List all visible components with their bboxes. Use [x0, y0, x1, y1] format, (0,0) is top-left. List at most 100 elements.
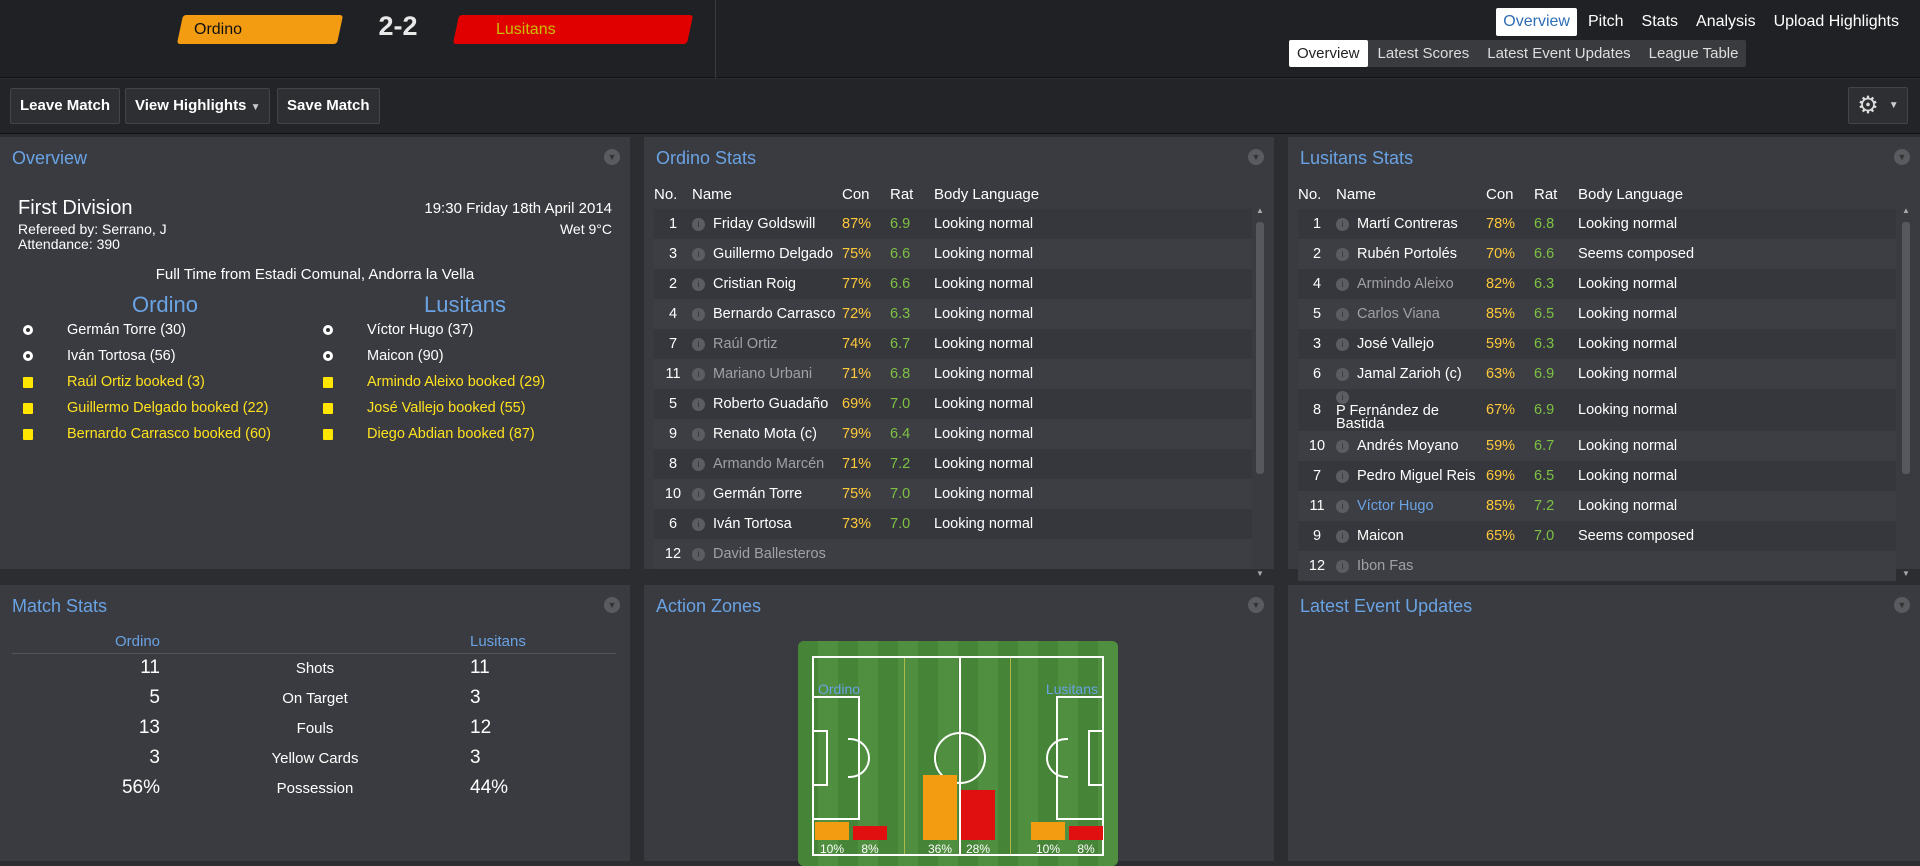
info-icon[interactable]: i — [692, 517, 705, 531]
player-name[interactable]: Maicon — [1357, 528, 1404, 544]
player-name[interactable]: Friday Goldswill — [713, 216, 815, 232]
subnav-latest-event-updates[interactable]: Latest Event Updates — [1479, 40, 1638, 67]
player-name[interactable]: Cristian Roig — [713, 276, 796, 292]
info-icon[interactable]: i — [1336, 307, 1349, 321]
player-name-cell[interactable]: i Iván Tortosa — [692, 509, 842, 539]
player-name[interactable]: Víctor Hugo — [1357, 498, 1434, 514]
info-icon[interactable]: i — [1336, 439, 1349, 453]
player-name[interactable]: P Fernández de Bastida — [1336, 404, 1466, 432]
col-con[interactable]: Con — [1486, 179, 1534, 209]
info-icon[interactable]: i — [1336, 529, 1349, 543]
col-name[interactable]: Name — [1336, 179, 1486, 209]
info-icon[interactable]: i — [692, 547, 705, 561]
info-icon[interactable]: i — [692, 427, 705, 441]
player-name-cell[interactable]: i Armindo Aleixo — [1336, 269, 1486, 299]
subnav-league-table[interactable]: League Table — [1641, 40, 1747, 67]
info-icon[interactable]: i — [1336, 277, 1349, 291]
player-row[interactable]: 12 i David Ballesteros — [654, 539, 1252, 569]
nav-analysis[interactable]: Analysis — [1689, 8, 1763, 36]
player-row[interactable]: 9 i Maicon 65% 7.0 Seems composed — [1298, 521, 1896, 551]
player-name[interactable]: Bernardo Carrasco — [713, 306, 836, 322]
player-name[interactable]: Pedro Miguel Reis — [1357, 468, 1475, 484]
player-name-cell[interactable]: i Renato Mota (c) — [692, 419, 842, 449]
player-name-cell[interactable]: i Maicon — [1336, 521, 1486, 551]
player-name[interactable]: José Vallejo — [1357, 336, 1434, 352]
scroll-down-icon[interactable]: ▼ — [1902, 569, 1910, 578]
col-rat[interactable]: Rat — [890, 179, 934, 209]
info-icon[interactable]: i — [692, 337, 705, 351]
info-icon[interactable]: i — [692, 367, 705, 381]
player-name-cell[interactable]: i Mariano Urbani — [692, 359, 842, 389]
scroll-up-icon[interactable]: ▲ — [1256, 206, 1264, 215]
player-name-cell[interactable]: i Andrés Moyano — [1336, 431, 1486, 461]
info-icon[interactable]: i — [692, 487, 705, 501]
settings-button[interactable]: ⚙ ▼ — [1848, 87, 1908, 124]
scroll-thumb[interactable] — [1256, 222, 1264, 474]
info-icon[interactable]: i — [1336, 367, 1349, 381]
player-row[interactable]: 7 i Pedro Miguel Reis 69% 6.5 Looking normal — [1298, 461, 1896, 491]
player-name-cell[interactable]: i Friday Goldswill — [692, 209, 842, 239]
player-name[interactable]: Ibon Fas — [1357, 558, 1413, 574]
player-name[interactable]: Guillermo Delgado — [713, 246, 833, 262]
player-name-cell[interactable]: i Cristian Roig — [692, 269, 842, 299]
player-name-cell[interactable]: i David Ballesteros — [692, 539, 842, 569]
panel-menu-icon[interactable]: ▼ — [1894, 149, 1910, 165]
scrollbar[interactable]: ▲ ▼ — [1902, 206, 1910, 578]
player-name[interactable]: Germán Torre — [713, 486, 802, 502]
player-name[interactable]: Roberto Guadaño — [713, 396, 828, 412]
player-name-cell[interactable]: i Víctor Hugo — [1336, 491, 1486, 521]
player-row[interactable]: 11 i Víctor Hugo 85% 7.2 Looking normal — [1298, 491, 1896, 521]
player-row[interactable]: 10 i Andrés Moyano 59% 6.7 Looking normal — [1298, 431, 1896, 461]
player-name[interactable]: Armindo Aleixo — [1357, 276, 1454, 292]
nav-stats[interactable]: Stats — [1635, 8, 1685, 36]
player-row[interactable]: 1 i Friday Goldswill 87% 6.9 Looking normal — [654, 209, 1252, 239]
nav-upload-highlights[interactable]: Upload Highlights — [1767, 8, 1906, 36]
player-row[interactable]: 6 i Jamal Zarioh (c) 63% 6.9 Looking normal — [1298, 359, 1896, 389]
col-no[interactable]: No. — [654, 179, 692, 209]
col-no[interactable]: No. — [1298, 179, 1336, 209]
away-team-badge[interactable]: Lusitans — [452, 15, 694, 44]
panel-menu-icon[interactable]: ▼ — [604, 597, 620, 613]
player-row[interactable]: 5 i Roberto Guadaño 69% 7.0 Looking normal — [654, 389, 1252, 419]
player-row[interactable]: 3 i José Vallejo 59% 6.3 Looking normal — [1298, 329, 1896, 359]
player-row[interactable]: 12 i Ibon Fas — [1298, 551, 1896, 581]
player-name-cell[interactable]: i Armando Marcén — [692, 449, 842, 479]
player-row[interactable]: 2 i Cristian Roig 77% 6.6 Looking normal — [654, 269, 1252, 299]
info-icon[interactable]: i — [1336, 337, 1349, 351]
player-row[interactable]: 11 i Mariano Urbani 71% 6.8 Looking normal — [654, 359, 1252, 389]
scroll-down-icon[interactable]: ▼ — [1256, 569, 1264, 578]
player-name-cell[interactable]: i Martí Contreras — [1336, 209, 1486, 239]
subnav-overview[interactable]: Overview — [1289, 40, 1368, 67]
player-name-cell[interactable]: i Roberto Guadaño — [692, 389, 842, 419]
player-name[interactable]: Jamal Zarioh (c) — [1357, 366, 1462, 382]
player-name-cell[interactable]: i Guillermo Delgado — [692, 239, 842, 269]
player-name-cell[interactable]: i Germán Torre — [692, 479, 842, 509]
info-icon[interactable]: i — [692, 277, 705, 291]
player-name-cell[interactable]: i Bernardo Carrasco — [692, 299, 842, 329]
player-row[interactable]: 9 i Renato Mota (c) 79% 6.4 Looking normal — [654, 419, 1252, 449]
info-icon[interactable]: i — [1336, 247, 1349, 261]
player-name-cell[interactable]: iP Fernández de Bastida — [1336, 389, 1486, 431]
scrollbar[interactable]: ▲ ▼ — [1256, 206, 1264, 578]
player-row[interactable]: 5 i Carlos Viana 85% 6.5 Looking normal — [1298, 299, 1896, 329]
player-name[interactable]: Rubén Portolés — [1357, 246, 1457, 262]
player-row[interactable]: 10 i Germán Torre 75% 7.0 Looking normal — [654, 479, 1252, 509]
player-name-cell[interactable]: i Raúl Ortiz — [692, 329, 842, 359]
player-name-cell[interactable]: i Ibon Fas — [1336, 551, 1486, 581]
player-row[interactable]: 7 i Raúl Ortiz 74% 6.7 Looking normal — [654, 329, 1252, 359]
info-icon[interactable]: i — [1336, 499, 1349, 513]
info-icon[interactable]: i — [692, 397, 705, 411]
player-row[interactable]: 6 i Iván Tortosa 73% 7.0 Looking normal — [654, 509, 1252, 539]
player-name-cell[interactable]: i Rubén Portolés — [1336, 239, 1486, 269]
player-row[interactable]: 4 i Bernardo Carrasco 72% 6.3 Looking normal — [654, 299, 1252, 329]
info-icon[interactable]: i — [692, 457, 705, 471]
scroll-up-icon[interactable]: ▲ — [1902, 206, 1910, 215]
home-team-badge[interactable]: Ordino — [176, 15, 344, 44]
player-name[interactable]: Andrés Moyano — [1357, 438, 1459, 454]
col-rat[interactable]: Rat — [1534, 179, 1578, 209]
col-body-language[interactable]: Body Language — [934, 179, 1252, 209]
player-row[interactable]: 1 i Martí Contreras 78% 6.8 Looking normal — [1298, 209, 1896, 239]
panel-menu-icon[interactable]: ▼ — [604, 149, 620, 165]
leave-match-button[interactable]: Leave Match — [10, 88, 121, 124]
info-icon[interactable]: i — [1336, 469, 1349, 483]
